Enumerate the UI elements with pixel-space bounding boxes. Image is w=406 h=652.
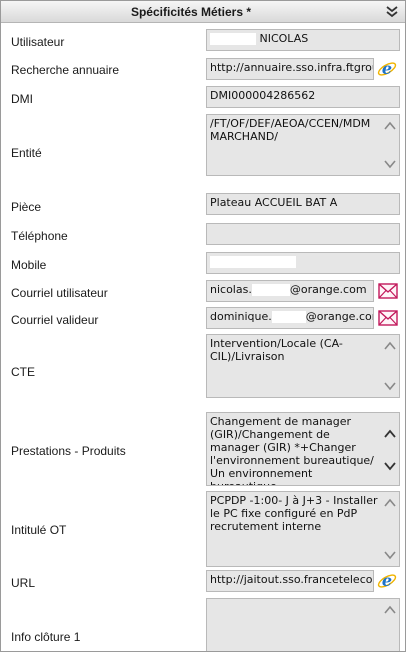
field-prestations-produits[interactable]: Changement de manager (GIR)/Changement d… [206,412,400,486]
label-info-cloture-1: Info clôture 1 [11,630,81,644]
field-mobile[interactable] [206,252,400,274]
field-entite[interactable]: /FT/OF/DEF/AEOA/CCEN/MDM MARCHAND/ [206,114,400,176]
label-courriel-valideur: Courriel valideur [11,313,99,327]
field-info-cloture-1[interactable] [206,598,400,651]
field-prestations-produits-value: Changement de manager (GIR)/Changement d… [210,415,374,485]
redacted-block [271,311,306,323]
scrollbar[interactable] [383,494,397,564]
field-dmi-value: DMI000004286562 [210,89,316,102]
field-courriel-utilisateur-prefix: nicolas. [210,283,252,296]
label-url: URL [11,576,36,590]
internet-explorer-icon[interactable]: e [377,571,397,591]
field-url[interactable]: http://jaitout.sso.francetelecom.fr [206,570,374,592]
field-courriel-valideur-prefix: dominique. [210,310,272,323]
field-cte[interactable]: Intervention/Locale (CA-CIL)/Livraison [206,334,400,398]
scrollbar[interactable] [383,337,397,395]
label-dmi: DMI [11,92,33,106]
field-dmi[interactable]: DMI000004286562 [206,86,400,108]
field-cte-value: Intervention/Locale (CA-CIL)/Livraison [210,337,343,363]
scroll-up-arrow-icon[interactable] [384,498,396,508]
label-utilisateur: Utilisateur [11,35,65,49]
scrollbar[interactable] [383,117,397,173]
scroll-up-arrow-icon[interactable] [384,605,396,615]
label-piece: Pièce [11,200,42,214]
field-recherche-annuaire[interactable]: http://annuaire.sso.infra.ftgroup/ [206,58,374,80]
field-utilisateur-value: NICOLAS [259,32,309,45]
field-utilisateur[interactable]: NICOLAS [206,29,400,51]
svg-text:e: e [382,59,392,78]
mail-envelope-icon[interactable] [378,310,398,326]
field-intitule-ot-value: PCPDP -1:00- J à J+3 - Installer le PC f… [210,494,378,533]
field-piece[interactable]: Plateau ACCUEIL BAT A [206,193,400,215]
internet-explorer-icon[interactable]: e [377,59,397,79]
label-recherche-annuaire: Recherche annuaire [11,63,120,77]
field-courriel-valideur-suffix: @orange.com [305,310,373,323]
label-entite: Entité [11,146,42,160]
label-cte: CTE [11,365,35,379]
redacted-block [210,256,296,268]
field-intitule-ot[interactable]: PCPDP -1:00- J à J+3 - Installer le PC f… [206,491,400,567]
field-piece-value: Plateau ACCUEIL BAT A [210,196,338,209]
field-courriel-utilisateur-suffix: @orange.com [289,283,367,296]
scrollbar[interactable] [383,415,397,483]
scroll-down-arrow-icon[interactable] [384,159,396,169]
scroll-up-arrow-icon[interactable] [384,121,396,131]
field-recherche-annuaire-value: http://annuaire.sso.infra.ftgroup/ [210,61,374,74]
field-courriel-utilisateur[interactable]: nicolas. @orange.com [206,280,374,302]
label-prestations-produits: Prestations - Produits [11,444,126,458]
field-url-value: http://jaitout.sso.francetelecom.fr [210,573,373,586]
redacted-block [210,33,256,45]
scroll-down-arrow-icon[interactable] [384,381,396,391]
label-mobile: Mobile [11,258,47,272]
panel-header[interactable]: Spécificités Métiers * [1,1,405,23]
scroll-up-arrow-icon[interactable] [384,341,396,351]
field-courriel-valideur[interactable]: dominique. @orange.com [206,307,374,329]
label-intitule-ot: Intitulé OT [11,523,67,537]
panel-title: Spécificités Métiers * [130,5,252,19]
chevron-double-down-icon[interactable] [384,5,400,19]
field-entite-value: /FT/OF/DEF/AEOA/CCEN/MDM MARCHAND/ [210,117,371,143]
scroll-down-arrow-icon[interactable] [384,550,396,560]
scroll-down-arrow-icon[interactable] [384,461,396,471]
mail-envelope-icon[interactable] [378,283,398,299]
label-courriel-utilisateur: Courriel utilisateur [11,286,108,300]
specificites-metiers-panel: Spécificités Métiers * Utilisateur NICOL… [0,0,406,652]
redacted-block [251,284,290,296]
label-telephone: Téléphone [11,229,68,243]
field-telephone[interactable] [206,223,400,245]
scroll-up-arrow-icon[interactable] [384,429,396,439]
scrollbar[interactable] [383,601,397,651]
svg-text:e: e [382,571,392,590]
